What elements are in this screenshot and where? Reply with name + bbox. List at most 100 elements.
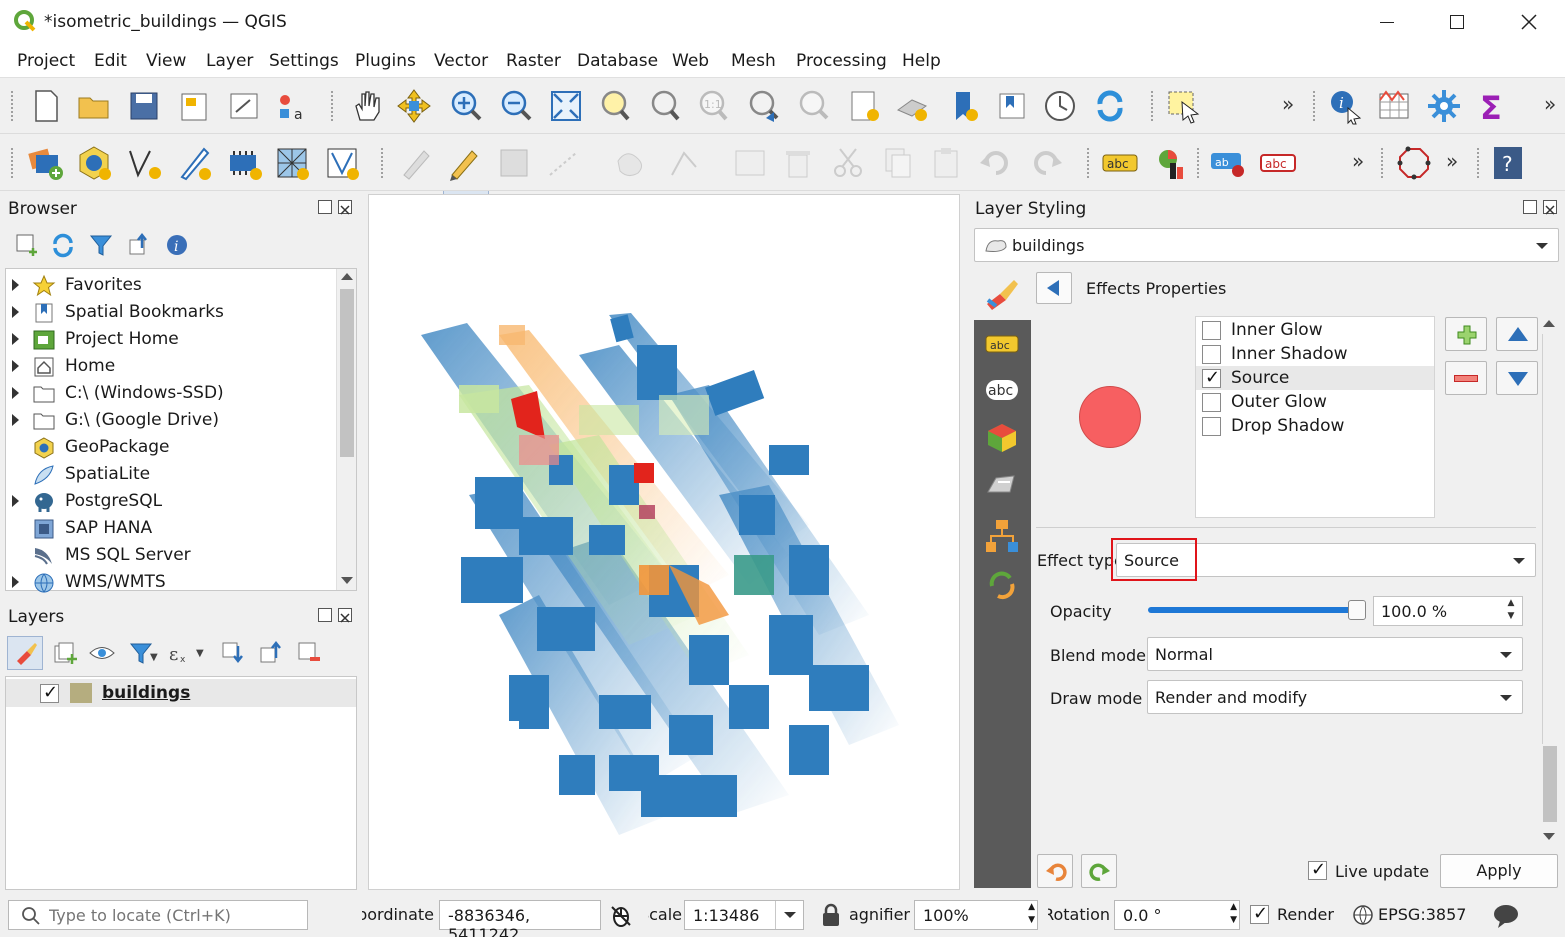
crs-label[interactable]: EPSG:3857 [1378, 905, 1466, 924]
style-manager-icon[interactable]: a [272, 86, 312, 126]
render-checkbox[interactable] [1250, 903, 1269, 924]
remove-effect-button[interactable] [1445, 361, 1487, 395]
browser-item-geopackage[interactable]: GeoPackage [6, 434, 336, 461]
spin-up-icon[interactable]: ▲ [1230, 902, 1237, 912]
spin-up-icon[interactable]: ▲ [1028, 902, 1035, 912]
spin-up-icon[interactable]: ▲ [1500, 598, 1522, 612]
3d-view-tab-icon[interactable] [984, 420, 1020, 456]
zoom-out-icon[interactable] [496, 86, 536, 126]
collapse-all-icon[interactable] [126, 232, 152, 258]
menu-web[interactable]: Web [672, 51, 709, 71]
pin-labels-icon[interactable]: ab [1208, 143, 1248, 183]
new-mesh-layer-icon[interactable] [272, 143, 312, 183]
effect-checkbox[interactable] [1202, 417, 1221, 436]
expand-arrow-icon[interactable] [12, 576, 19, 588]
toolbar-grip[interactable] [10, 147, 14, 179]
browser-item-mssql[interactable]: MS SQL Server [6, 542, 336, 569]
redo-style-button[interactable] [1081, 854, 1117, 888]
expand-arrow-icon[interactable] [12, 279, 19, 291]
menu-project[interactable]: Project [17, 51, 75, 71]
current-edits-icon[interactable] [396, 143, 436, 183]
identify-features-icon[interactable]: i [1326, 86, 1366, 126]
opacity-slider[interactable] [1148, 607, 1358, 613]
zoom-full-icon[interactable] [546, 86, 586, 126]
statistics-sum-icon[interactable]: Σ [1472, 86, 1512, 126]
chevron-down-icon[interactable]: ▼ [150, 652, 158, 663]
menu-edit[interactable]: Edit [94, 51, 127, 71]
menu-plugins[interactable]: Plugins [355, 51, 416, 71]
visibility-eye-icon[interactable] [88, 640, 116, 666]
paste-features-icon[interactable] [926, 143, 966, 183]
diagrams-tab-icon[interactable] [984, 468, 1020, 504]
pan-map-icon[interactable] [346, 86, 386, 126]
add-line-feature-icon[interactable] [544, 143, 584, 183]
move-effect-down-button[interactable] [1496, 361, 1538, 395]
vertex-tool-icon[interactable] [664, 143, 704, 183]
menu-layer[interactable]: Layer [206, 51, 253, 71]
new-print-layout-icon[interactable] [174, 86, 214, 126]
browser-item-home[interactable]: Home [6, 353, 336, 380]
scroll-down-icon[interactable] [1543, 833, 1555, 840]
show-hide-labels-icon[interactable]: abc [1258, 143, 1298, 183]
menu-processing[interactable]: Processing [796, 51, 887, 71]
locator-input[interactable] [49, 904, 299, 926]
diagram-toolbar-icon[interactable] [1150, 143, 1190, 183]
browser-scrollbar[interactable] [336, 269, 356, 590]
effect-item-outer-glow[interactable]: Outer Glow [1196, 390, 1434, 414]
save-project-icon[interactable] [124, 86, 164, 126]
undo-icon[interactable] [976, 143, 1016, 183]
browser-item-favorites[interactable]: Favorites [6, 272, 336, 299]
add-effect-button[interactable] [1445, 317, 1487, 351]
open-styling-button[interactable] [7, 636, 43, 670]
scroll-up-icon[interactable] [1543, 320, 1555, 327]
refresh-icon[interactable] [50, 232, 76, 258]
masks-tab-icon[interactable]: abc [984, 372, 1020, 408]
zoom-native-icon[interactable]: 1:1 [692, 86, 732, 126]
browser-item-spatial-bookmarks[interactable]: Spatial Bookmarks [6, 299, 336, 326]
opacity-spinbox[interactable]: 100.0 % ▲ ▼ [1373, 596, 1523, 626]
data-source-manager-icon[interactable] [26, 143, 66, 183]
help-contents-icon[interactable]: ? [1488, 143, 1528, 183]
live-update-checkbox[interactable] [1308, 859, 1327, 880]
scroll-up-icon[interactable] [341, 273, 353, 280]
cut-features-icon[interactable] [828, 143, 868, 183]
layer-select-combo[interactable]: buildings [974, 228, 1559, 262]
effect-checkbox[interactable] [1202, 321, 1221, 340]
layout-manager-icon[interactable] [224, 86, 264, 126]
crs-globe-icon[interactable] [1352, 904, 1374, 926]
info-icon[interactable]: i [164, 232, 190, 258]
show-map-tips-icon[interactable] [992, 86, 1032, 126]
toolbar-grip[interactable] [1380, 147, 1384, 179]
styling-scrollbar[interactable] [1538, 316, 1560, 844]
browser-item-project-home[interactable]: Project Home [6, 326, 336, 353]
browser-item-sap-hana[interactable]: SAP HANA [6, 515, 336, 542]
locator-search[interactable] [8, 900, 308, 930]
pan-to-selection-icon[interactable] [394, 86, 434, 126]
menu-mesh[interactable]: Mesh [731, 51, 776, 71]
symbology-tab[interactable] [974, 268, 1031, 320]
history-tab-icon[interactable] [984, 566, 1020, 602]
temporal-controller-icon[interactable] [1040, 86, 1080, 126]
processing-toolbox-icon[interactable] [1424, 86, 1464, 126]
scale-dropdown[interactable] [775, 901, 803, 929]
map-canvas[interactable] [368, 194, 960, 890]
rendering-tab-icon[interactable] [984, 518, 1020, 554]
menu-view[interactable]: View [146, 51, 186, 71]
toolbar-grip[interactable] [1476, 147, 1480, 179]
delete-selected-icon[interactable] [778, 143, 818, 183]
scale-combo[interactable]: 1:13486 [684, 900, 804, 930]
redo-icon[interactable] [1026, 143, 1066, 183]
expand-arrow-icon[interactable] [12, 333, 19, 345]
minimize-button[interactable] [1352, 0, 1422, 44]
toolbar-overflow-icon[interactable]: » [1352, 149, 1364, 173]
expand-arrow-icon[interactable] [12, 360, 19, 372]
new-spatial-bookmark-icon[interactable] [844, 86, 884, 126]
rotation-spinbox[interactable]: 0.0 ° ▲ ▼ [1114, 900, 1240, 930]
toolbar-overflow-icon[interactable]: » [1282, 92, 1294, 116]
toolbar-grip[interactable] [1150, 90, 1154, 122]
browser-item-postgresql[interactable]: PostgreSQL [6, 488, 336, 515]
add-layer-icon[interactable] [14, 232, 40, 258]
float-panel-button[interactable] [318, 608, 332, 622]
expand-arrow-icon[interactable] [12, 306, 19, 318]
modify-attributes-icon[interactable] [730, 143, 770, 183]
